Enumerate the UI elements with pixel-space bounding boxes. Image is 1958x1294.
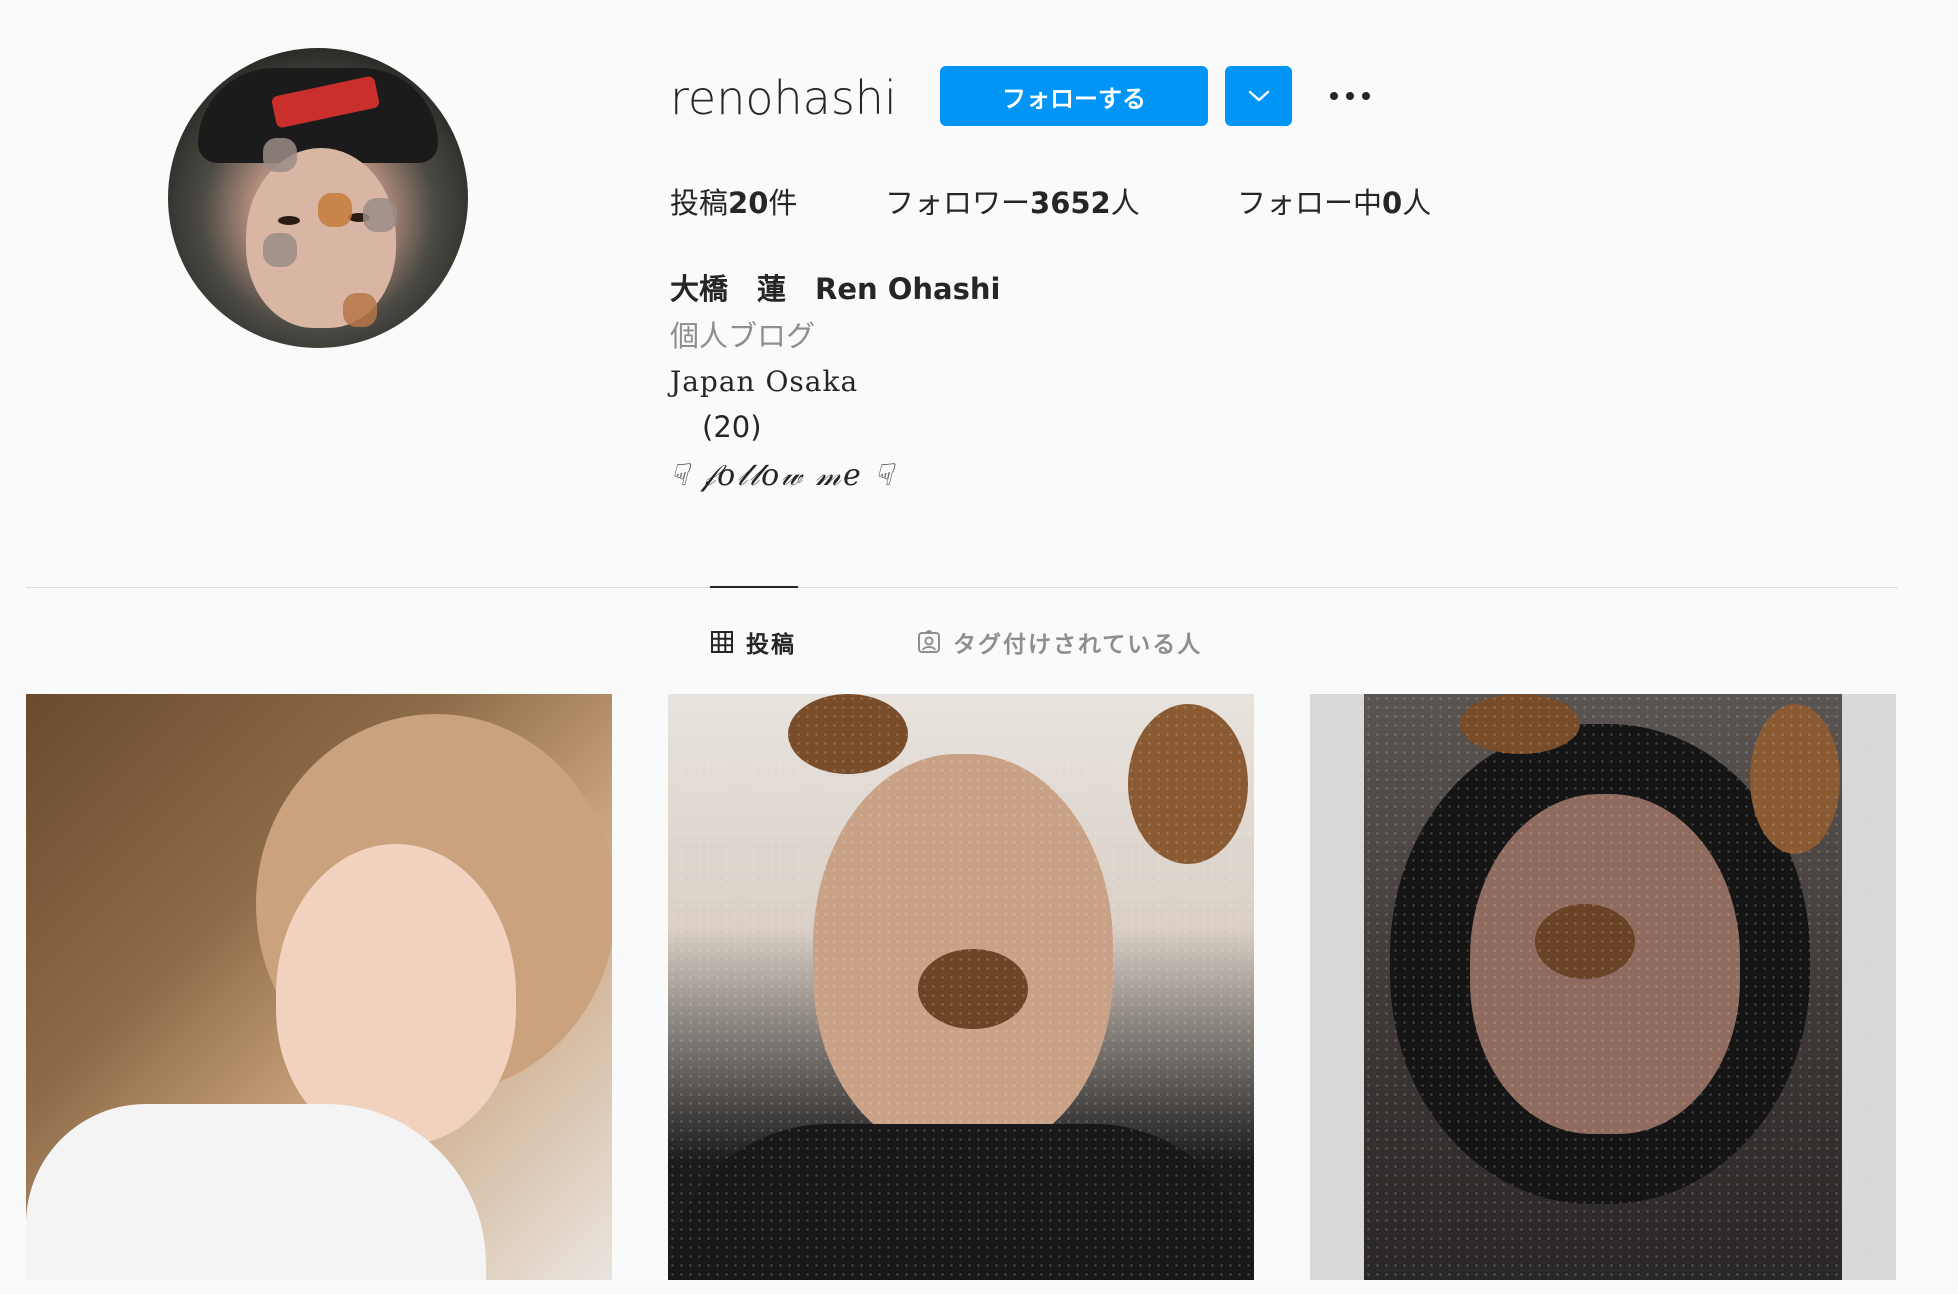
tabs-divider [26, 587, 1898, 588]
post-thumbnail[interactable] [1310, 694, 1896, 1280]
tagged-person-icon [917, 630, 941, 654]
following-stat-count: 0 [1382, 186, 1403, 220]
avatar-sticker [263, 138, 297, 172]
avatar-sticker [318, 193, 352, 227]
grid-icon [710, 630, 734, 654]
avatar-sticker [263, 233, 297, 267]
avatar-eye [278, 216, 300, 225]
active-tab-indicator [710, 586, 798, 588]
tab-tagged-label: タグ付けされている人 [953, 632, 1203, 658]
tab-tagged[interactable]: タグ付けされている人 [917, 625, 1202, 659]
tab-posts-label: 投稿 [746, 632, 796, 658]
posts-count-stat: 投稿20件 [670, 180, 797, 222]
posts-stat-count: 20 [728, 186, 769, 220]
avatar-sticker [343, 293, 377, 327]
post-photo-face [276, 844, 516, 1144]
followers-stat-prefix: フォロワー [885, 186, 1031, 220]
bio-line: Japan Osaka [670, 365, 859, 398]
suggestions-dropdown-button[interactable] [1225, 66, 1292, 126]
post-thumbnail[interactable] [26, 694, 612, 1280]
bio-line: ☟ 𝒻𝑜𝓁𝓁𝑜𝓌 𝓂𝑒 ☟ [670, 458, 895, 493]
posts-stat-prefix: 投稿 [670, 186, 729, 220]
followers-stat-link[interactable]: フォロワー3652人 [885, 180, 1140, 222]
chevron-down-icon [1248, 90, 1269, 102]
profile-full-name: 大橋 蓮 Ren Ohashi [670, 272, 1001, 306]
bio-line: (20) [702, 410, 762, 444]
followers-stat-count: 3652 [1030, 186, 1111, 220]
profile-category: 個人ブログ [670, 319, 816, 353]
tab-posts[interactable]: 投稿 [710, 625, 796, 659]
profile-avatar[interactable] [168, 48, 468, 348]
more-horizontal-icon [1330, 92, 1370, 100]
more-options-button[interactable] [1325, 76, 1375, 116]
posts-stat-suffix: 件 [768, 186, 798, 220]
post-photo-sparkle [1310, 694, 1896, 1280]
following-stat-link[interactable]: フォロー中0人 [1237, 180, 1431, 222]
avatar-sticker [363, 198, 397, 232]
follow-button[interactable]: フォローする [940, 66, 1208, 126]
following-stat-prefix: フォロー中 [1237, 186, 1383, 220]
profile-username: renohashi [670, 71, 897, 125]
post-photo-sparkle [668, 694, 1254, 1280]
following-stat-suffix: 人 [1402, 186, 1432, 220]
post-thumbnail[interactable] [668, 694, 1254, 1280]
followers-stat-suffix: 人 [1110, 186, 1140, 220]
